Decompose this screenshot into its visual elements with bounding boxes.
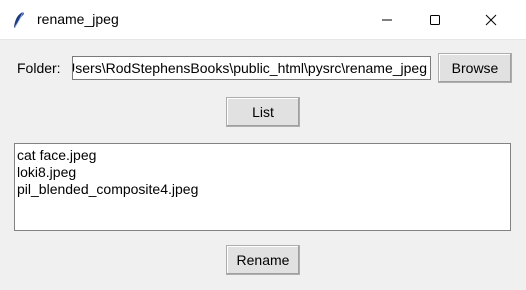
minimize-button[interactable] (364, 0, 410, 40)
maximize-button[interactable] (412, 0, 458, 40)
close-button[interactable] (468, 0, 514, 40)
folder-label: Folder: (17, 60, 61, 76)
maximize-icon (430, 15, 440, 25)
minimize-icon (382, 19, 392, 21)
feather-icon (12, 11, 26, 29)
list-item[interactable]: loki8.jpeg (17, 164, 508, 181)
list-item[interactable]: cat face.jpeg (17, 147, 508, 164)
rename-button[interactable]: Rename (226, 245, 300, 275)
close-icon (485, 14, 497, 26)
title-bar[interactable]: rename_jpeg (0, 0, 526, 40)
window-title: rename_jpeg (37, 11, 119, 27)
folder-path-text: C:\Users\RodStephensBooks\public_html\py… (72, 60, 427, 76)
list-button[interactable]: List (226, 97, 300, 127)
folder-path-input[interactable]: C:\Users\RodStephensBooks\public_html\py… (72, 56, 431, 80)
file-listbox[interactable]: cat face.jpeg loki8.jpeg pil_blended_com… (14, 143, 511, 231)
browse-button[interactable]: Browse (438, 53, 512, 83)
list-item[interactable]: pil_blended_composite4.jpeg (17, 181, 508, 198)
